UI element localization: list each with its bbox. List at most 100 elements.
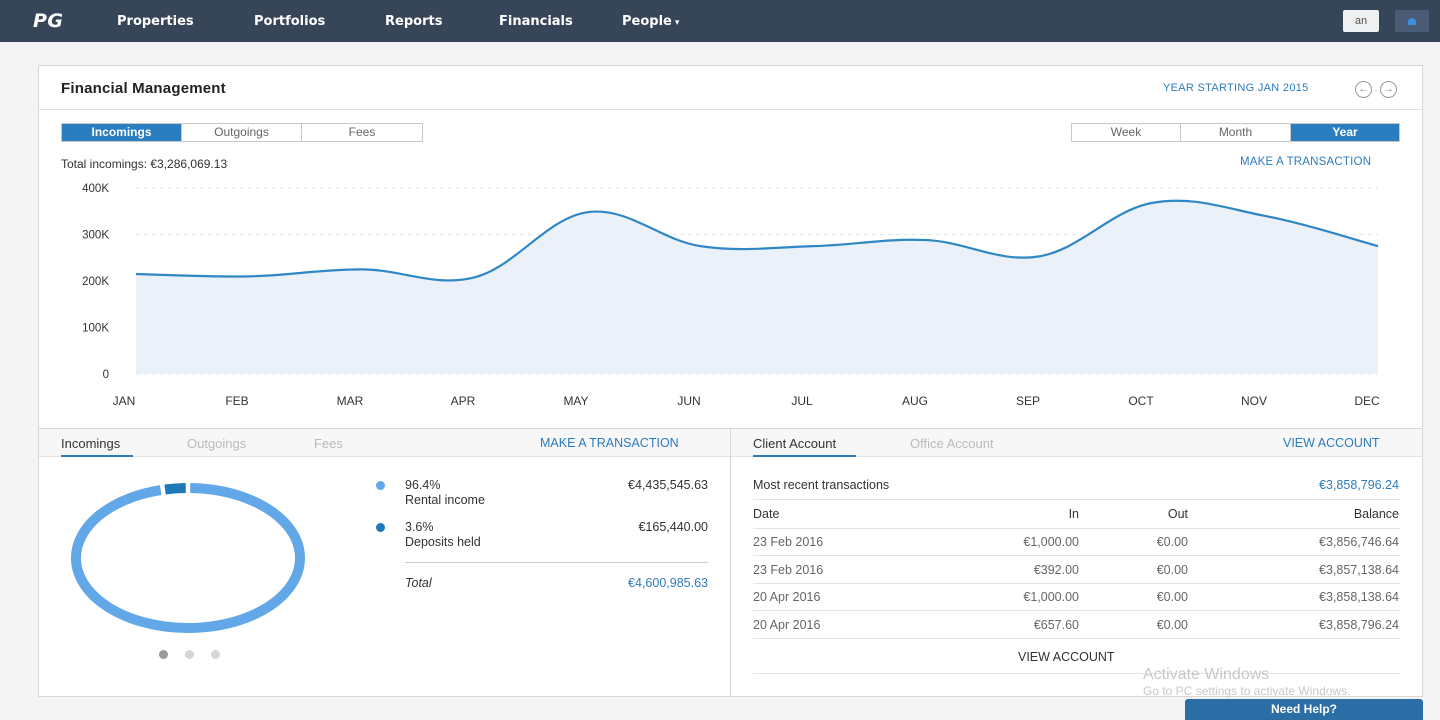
tab-month[interactable]: Month <box>1181 124 1291 141</box>
column-in: In <box>1068 507 1079 521</box>
legend-name-deposits: Deposits held <box>405 535 481 549</box>
legend-total-value: €4,600,985.63 <box>628 576 708 590</box>
column-out: Out <box>1167 507 1188 521</box>
nav-people[interactable]: People ▾ <box>622 14 679 29</box>
column-date: Date <box>753 507 780 521</box>
tab-incomings-breakdown[interactable]: Incomings <box>61 436 120 451</box>
bottom-right-tabs: Client Account Office Account VIEW ACCOU… <box>731 429 1422 457</box>
legend-dot-deposits <box>376 523 385 532</box>
tab-year[interactable]: Year <box>1291 124 1399 141</box>
view-account-link[interactable]: VIEW ACCOUNT <box>1283 436 1380 450</box>
x-tick-label: JUN <box>677 394 700 408</box>
incomings-donut-chart <box>71 483 305 633</box>
cell-in: €657.60 <box>1033 618 1079 633</box>
legend-total-label: Total <box>405 576 432 590</box>
recent-transactions-label: Most recent transactions <box>753 478 890 492</box>
bell-icon <box>1408 18 1416 25</box>
column-balance: Balance <box>1353 507 1399 521</box>
cell-out: €0.00 <box>1156 590 1188 605</box>
windows-watermark-title: Activate Windows <box>1143 666 1270 683</box>
header-divider <box>39 109 1422 110</box>
cell-date: 20 Apr 2016 <box>753 590 821 605</box>
x-tick-label: JUL <box>791 394 813 408</box>
tab-outgoings-breakdown[interactable]: Outgoings <box>187 436 246 451</box>
legend-name-rental: Rental income <box>405 493 485 507</box>
x-tick-label: SEP <box>1016 394 1040 408</box>
legend-value-deposits: €165,440.00 <box>638 520 708 534</box>
chart-area-fill <box>136 200 1378 374</box>
table-divider <box>753 582 1400 584</box>
next-year-icon[interactable]: → <box>1380 81 1397 98</box>
y-tick-label: 300K <box>82 230 109 242</box>
cell-balance: €3,858,796.24 <box>1319 618 1399 633</box>
top-navbar: PG Properties Portfolios Reports Financi… <box>0 0 1440 42</box>
panel-divider <box>730 429 731 697</box>
x-tick-label: NOV <box>1241 394 1267 408</box>
y-tick-label: 200K <box>82 276 109 288</box>
nav-properties[interactable]: Properties <box>117 14 194 29</box>
nav-financials[interactable]: Financials <box>499 14 573 29</box>
donut-slice-deposits[interactable] <box>164 483 186 495</box>
cell-in: €392.00 <box>1033 562 1079 577</box>
caret-down-icon: ▾ <box>674 18 680 28</box>
prev-year-icon[interactable]: ← <box>1355 81 1372 98</box>
need-help-button[interactable]: Need Help? <box>1185 699 1423 720</box>
app-logo[interactable]: PG <box>33 10 64 32</box>
user-menu-button[interactable]: an <box>1343 10 1379 32</box>
donut-slice-rental[interactable] <box>71 483 305 633</box>
x-tick-label: APR <box>451 394 476 408</box>
year-selector-label: YEAR STARTING JAN 2015 <box>1163 82 1309 94</box>
table-divider <box>753 673 1400 674</box>
tab-outgoings[interactable]: Outgoings <box>182 124 302 141</box>
x-tick-label: JAN <box>113 394 136 408</box>
y-tick-label: 0 <box>103 369 109 381</box>
tab-week[interactable]: Week <box>1072 124 1181 141</box>
legend-dot-rental <box>376 481 385 490</box>
bottom-left-tabs: Incomings Outgoings Fees MAKE A TRANSACT… <box>39 429 730 457</box>
notifications-button[interactable] <box>1395 10 1429 32</box>
legend-pct-deposits: 3.6% <box>405 520 434 534</box>
table-divider <box>753 555 1400 556</box>
nav-portfolios[interactable]: Portfolios <box>254 14 325 29</box>
nav-people-label: People <box>622 14 672 29</box>
carousel-dot-3[interactable] <box>211 650 220 659</box>
cell-date: 20 Apr 2016 <box>753 618 821 633</box>
table-divider <box>753 638 1400 640</box>
total-incomings: Total incomings: €3,286,069.13 <box>61 157 228 171</box>
tab-incomings[interactable]: Incomings <box>62 124 182 141</box>
carousel-dot-2[interactable] <box>185 650 194 659</box>
windows-watermark-text: Go to PC settings to activate Windows. <box>1143 684 1351 698</box>
cell-in: €1,000.00 <box>1023 535 1079 549</box>
tab-fees-breakdown[interactable]: Fees <box>314 436 343 451</box>
carousel-dot-1[interactable] <box>159 650 168 659</box>
x-tick-label: AUG <box>902 394 928 408</box>
view-account-link-bottom[interactable]: VIEW ACCOUNT <box>1018 650 1115 664</box>
cell-date: 23 Feb 2016 <box>753 562 824 577</box>
tab-fees[interactable]: Fees <box>302 124 422 141</box>
x-tick-label: MAY <box>563 394 588 408</box>
cell-out: €0.00 <box>1156 618 1188 633</box>
legend-pct-rental: 96.4% <box>405 478 441 492</box>
legend-divider <box>405 562 708 563</box>
recent-transactions-balance: €3,858,796.24 <box>1319 478 1399 492</box>
make-transaction-link[interactable]: MAKE A TRANSACTION <box>1240 156 1371 168</box>
period-tabs: Week Month Year <box>1071 123 1400 142</box>
cell-out: €0.00 <box>1156 562 1188 577</box>
cell-balance: €3,856,746.64 <box>1319 535 1399 549</box>
table-divider <box>753 499 1400 500</box>
nav-reports[interactable]: Reports <box>385 14 442 29</box>
tab-client-account[interactable]: Client Account <box>753 436 836 451</box>
x-tick-label: OCT <box>1128 394 1154 408</box>
cell-balance: €3,857,138.64 <box>1319 562 1399 577</box>
active-tab-underline-right <box>753 455 856 457</box>
make-transaction-link-bottom[interactable]: MAKE A TRANSACTION <box>540 436 679 450</box>
cell-balance: €3,858,138.64 <box>1319 590 1399 605</box>
y-tick-label: 100K <box>82 323 109 335</box>
tab-office-account[interactable]: Office Account <box>910 436 994 451</box>
incomings-area-chart: 400K 300K 200K 100K 0 JAN FEB MAR APR MAY JUN JUL A… <box>82 183 1380 408</box>
x-tick-label: FEB <box>225 394 248 408</box>
table-divider <box>753 528 1400 529</box>
type-tabs: Incomings Outgoings Fees <box>61 123 423 142</box>
legend-value-rental: €4,435,545.63 <box>628 478 708 492</box>
cell-in: €1,000.00 <box>1023 590 1079 605</box>
